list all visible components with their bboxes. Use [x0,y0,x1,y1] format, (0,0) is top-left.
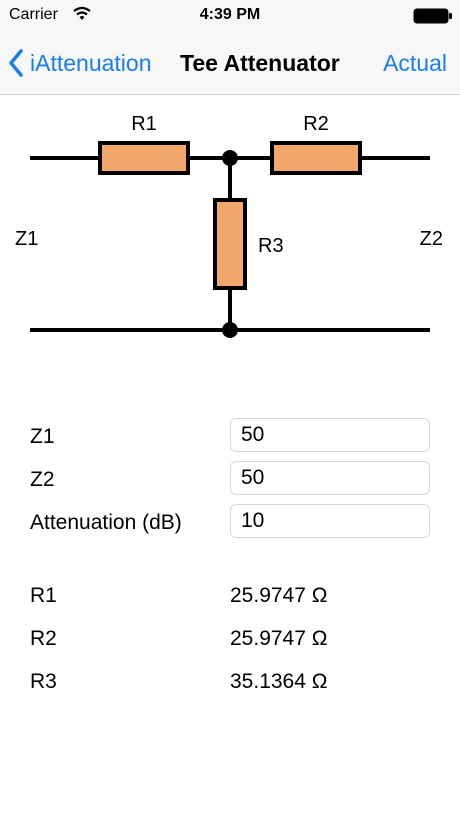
status-bar: Carrier 4:39 PM [0,0,460,34]
chevron-left-icon [9,49,23,77]
resistor-r2 [270,141,362,175]
battery-icon [413,8,452,24]
z1-field-label: Z1 [30,425,55,448]
navigation-bar: iAttenuation Tee Attenuator Actual [0,34,460,95]
tee-attenuator-diagram: R1 R2 R3 Z1 Z2 [15,113,443,338]
z2-diagram-label: Z2 [420,228,443,250]
actual-button[interactable]: Actual [383,50,447,77]
r2-diagram-label: R2 [303,113,329,135]
r3-result-value: 35.1364 Ω [230,670,328,693]
r2-result-value: 25.9747 Ω [230,627,328,650]
r1-result-label: R1 [30,584,57,607]
status-time: 4:39 PM [199,6,261,23]
resistor-r1 [98,141,190,175]
bottom-junction [222,322,238,338]
back-button[interactable]: iAttenuation [8,46,151,80]
r3-result-label: R3 [30,670,57,693]
r2-result-label: R2 [30,627,57,650]
r1-diagram-label: R1 [131,113,157,135]
z2-field-label: Z2 [30,468,55,491]
top-junction [222,150,238,166]
z1-diagram-label: Z1 [15,228,38,250]
back-button-label: iAttenuation [30,49,152,76]
attenuation-input[interactable] [230,504,430,538]
resistor-r3 [213,198,247,290]
attenuation-field-label: Attenuation (dB) [30,511,182,534]
r3-diagram-label: R3 [258,235,284,257]
z2-input[interactable] [230,461,430,495]
z1-input[interactable] [230,418,430,452]
r1-result-value: 25.9747 Ω [230,584,328,607]
page-title: Tee Attenuator [180,50,340,76]
